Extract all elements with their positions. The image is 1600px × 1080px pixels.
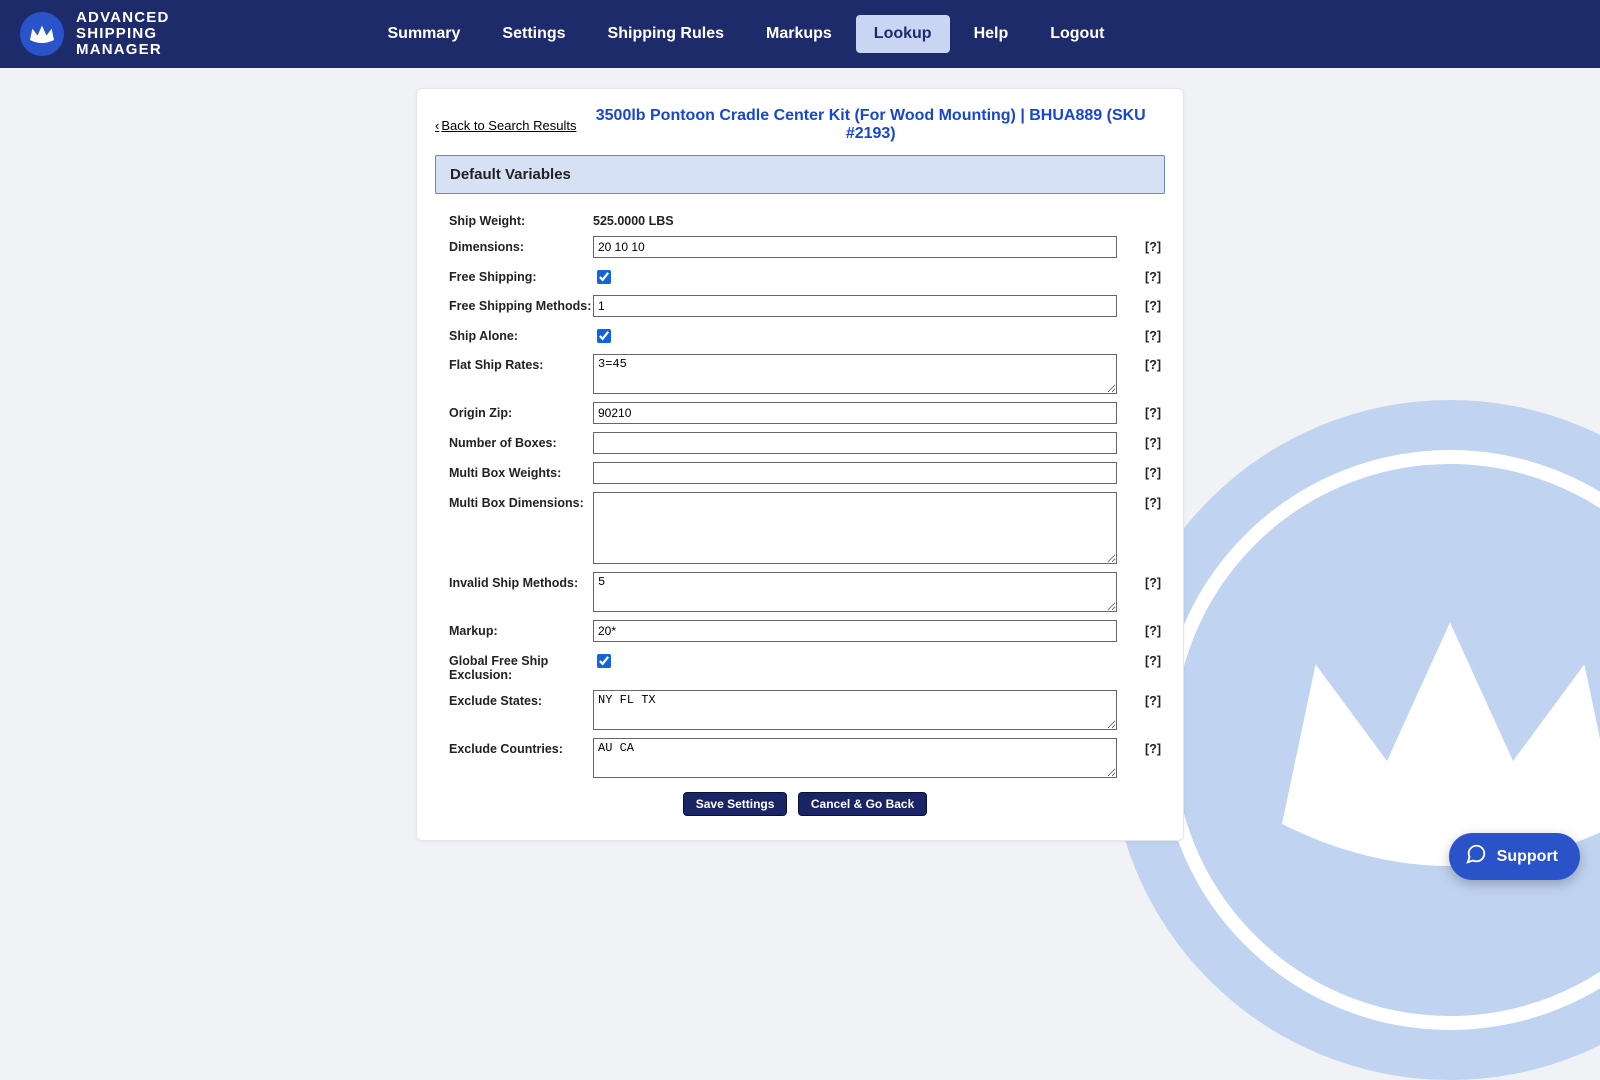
nav-item-help[interactable]: Help xyxy=(956,15,1027,53)
label-exclude-states: Exclude States: xyxy=(449,690,593,708)
help-multi-box-weights[interactable]: [?] xyxy=(1131,462,1161,480)
help-free-shipping[interactable]: [?] xyxy=(1131,266,1161,284)
brand-text: ADVANCED SHIPPING MANAGER xyxy=(76,10,170,57)
back-to-search-link[interactable]: ‹ Back to Search Results xyxy=(435,118,576,133)
input-markup[interactable] xyxy=(593,620,1117,642)
textarea-multi-box-dimensions[interactable] xyxy=(593,492,1117,564)
help-exclude-countries[interactable]: [?] xyxy=(1131,738,1161,756)
checkbox-free-shipping[interactable] xyxy=(597,270,611,284)
label-free-shipping-methods: Free Shipping Methods: xyxy=(449,295,593,313)
label-markup: Markup: xyxy=(449,620,593,638)
brand: ADVANCED SHIPPING MANAGER xyxy=(20,10,170,57)
nav-item-lookup[interactable]: Lookup xyxy=(856,15,950,53)
help-invalid-ship-methods[interactable]: [?] xyxy=(1131,572,1161,590)
label-origin-zip: Origin Zip: xyxy=(449,402,593,420)
chevron-left-icon: ‹ xyxy=(435,118,439,133)
chat-bubble-icon xyxy=(1465,843,1487,870)
input-multi-box-weights[interactable] xyxy=(593,462,1117,484)
checkbox-global-free-ship-exclusion[interactable] xyxy=(597,654,611,668)
label-global-free-ship-exclusion: Global Free Ship Exclusion: xyxy=(449,650,593,682)
label-invalid-ship-methods: Invalid Ship Methods: xyxy=(449,572,593,590)
label-ship-weight: Ship Weight: xyxy=(449,210,593,228)
checkbox-ship-alone[interactable] xyxy=(597,329,611,343)
nav-item-shipping-rules[interactable]: Shipping Rules xyxy=(590,15,742,53)
textarea-exclude-states[interactable]: NY FL TX xyxy=(593,690,1117,730)
help-multi-box-dimensions[interactable]: [?] xyxy=(1131,492,1161,510)
save-settings-button[interactable]: Save Settings xyxy=(683,792,788,816)
label-dimensions: Dimensions: xyxy=(449,236,593,254)
help-exclude-states[interactable]: [?] xyxy=(1131,690,1161,708)
nav-items: SummarySettingsShipping RulesMarkupsLook… xyxy=(370,15,1123,53)
back-link-label: Back to Search Results xyxy=(441,118,576,133)
textarea-invalid-ship-methods[interactable]: 5 xyxy=(593,572,1117,612)
value-ship-weight: 525.0000 LBS xyxy=(593,210,674,228)
help-markup[interactable]: [?] xyxy=(1131,620,1161,638)
label-multi-box-weights: Multi Box Weights: xyxy=(449,462,593,480)
help-dimensions[interactable]: [?] xyxy=(1131,236,1161,254)
nav-item-logout[interactable]: Logout xyxy=(1032,15,1122,53)
brand-crown-icon xyxy=(20,12,64,56)
top-navbar: ADVANCED SHIPPING MANAGER SummarySetting… xyxy=(0,0,1600,68)
nav-item-markups[interactable]: Markups xyxy=(748,15,850,53)
label-ship-alone: Ship Alone: xyxy=(449,325,593,343)
support-widget[interactable]: Support xyxy=(1449,833,1580,880)
input-free-shipping-methods[interactable] xyxy=(593,295,1117,317)
help-number-of-boxes[interactable]: [?] xyxy=(1131,432,1161,450)
product-title: 3500lb Pontoon Cradle Center Kit (For Wo… xyxy=(576,107,1165,143)
help-global-free-ship-exclusion[interactable]: [?] xyxy=(1131,650,1161,668)
nav-item-settings[interactable]: Settings xyxy=(484,15,583,53)
label-free-shipping: Free Shipping: xyxy=(449,266,593,284)
help-flat-ship-rates[interactable]: [?] xyxy=(1131,354,1161,372)
default-variables-form: Ship Weight: 525.0000 LBS Dimensions: [?… xyxy=(435,210,1165,816)
help-origin-zip[interactable]: [?] xyxy=(1131,402,1161,420)
input-dimensions[interactable] xyxy=(593,236,1117,258)
support-label: Support xyxy=(1497,848,1558,866)
input-number-of-boxes[interactable] xyxy=(593,432,1117,454)
help-free-shipping-methods[interactable]: [?] xyxy=(1131,295,1161,313)
nav-item-summary[interactable]: Summary xyxy=(370,15,479,53)
help-ship-alone[interactable]: [?] xyxy=(1131,325,1161,343)
textarea-flat-ship-rates[interactable]: 3=45 xyxy=(593,354,1117,394)
section-header-default-variables: Default Variables xyxy=(435,155,1165,194)
label-number-of-boxes: Number of Boxes: xyxy=(449,432,593,450)
label-flat-ship-rates: Flat Ship Rates: xyxy=(449,354,593,372)
textarea-exclude-countries[interactable]: AU CA xyxy=(593,738,1117,778)
cancel-go-back-button[interactable]: Cancel & Go Back xyxy=(798,792,927,816)
label-multi-box-dimensions: Multi Box Dimensions: xyxy=(449,492,593,510)
label-exclude-countries: Exclude Countries: xyxy=(449,738,593,756)
product-variables-card: ‹ Back to Search Results 3500lb Pontoon … xyxy=(416,88,1184,841)
input-origin-zip[interactable] xyxy=(593,402,1117,424)
